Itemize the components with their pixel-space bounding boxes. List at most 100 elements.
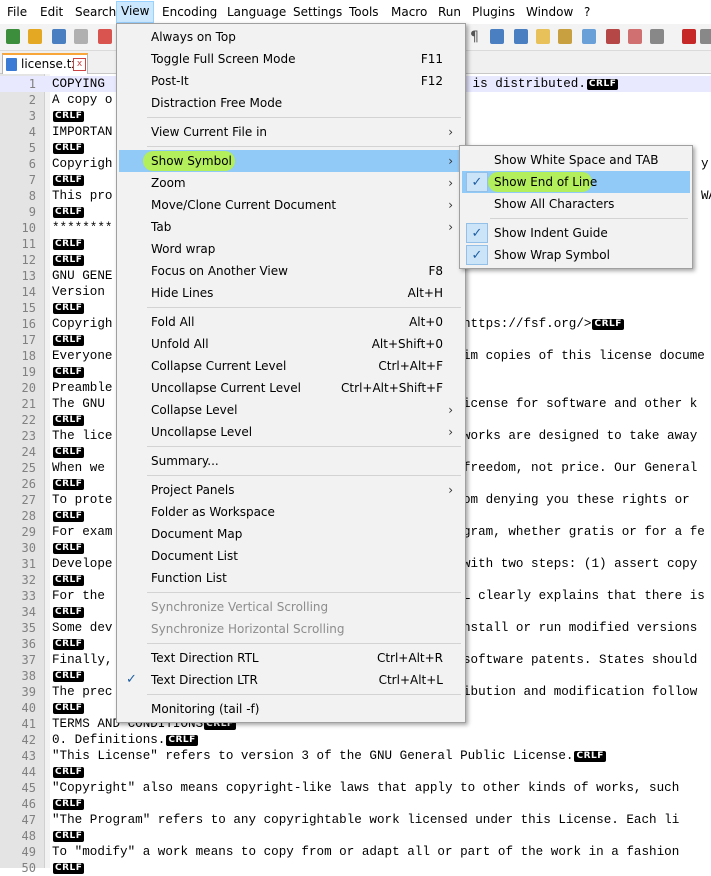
indent-guide-icon[interactable] bbox=[514, 29, 528, 44]
menu-item-toggle-full-screen-mode[interactable]: Toggle Full Screen Mode F11 bbox=[119, 48, 463, 70]
menu-item-tab[interactable]: Tab › bbox=[119, 216, 463, 238]
menu-item-label: View Current File in bbox=[151, 125, 268, 139]
menu-item-label: Zoom bbox=[151, 176, 186, 190]
line-text: A copy o bbox=[52, 93, 113, 107]
function-list-icon[interactable] bbox=[558, 29, 572, 44]
line-text-visible-tail: gram, whether gratis or for a fe bbox=[463, 525, 705, 539]
menu-plugins[interactable]: Plugins bbox=[468, 2, 519, 22]
line-number: 1 bbox=[28, 77, 36, 91]
menu-item-collapse-current-level[interactable]: Collapse Current Level Ctrl+Alt+F bbox=[119, 355, 463, 377]
menu-item-summary[interactable]: Summary... bbox=[119, 450, 463, 472]
editor-line[interactable]: 46 CRLF bbox=[0, 796, 711, 812]
line-text: COPYING bbox=[52, 77, 105, 91]
menu-item-zoom[interactable]: Zoom › bbox=[119, 172, 463, 194]
menu-item-always-on-top[interactable]: Always on Top bbox=[119, 26, 463, 48]
menu-item-project-panels[interactable]: Project Panels › bbox=[119, 479, 463, 501]
menu-item-word-wrap[interactable]: Word wrap bbox=[119, 238, 463, 260]
menu-item-collapse-level[interactable]: Collapse Level › bbox=[119, 399, 463, 421]
menu-language[interactable]: Language bbox=[223, 2, 290, 22]
menu-separator bbox=[147, 592, 461, 593]
menu-item-monitoring-tail-f[interactable]: Monitoring (tail -f) bbox=[119, 698, 463, 720]
submenu-item-show-indent-guide[interactable]: ✓ Show Indent Guide bbox=[462, 222, 690, 244]
menu-separator bbox=[490, 218, 688, 219]
pilcrow-icon[interactable]: ¶ bbox=[470, 29, 484, 45]
menu-view[interactable]: View bbox=[116, 1, 155, 23]
editor-line[interactable]: 42 0. Definitions. CRLF bbox=[0, 732, 711, 748]
menu-item-text-direction-rtl[interactable]: Text Direction RTL Ctrl+Alt+R bbox=[119, 647, 463, 669]
save-all-icon[interactable] bbox=[74, 29, 88, 44]
menu-item-unfold-all[interactable]: Unfold All Alt+Shift+0 bbox=[119, 333, 463, 355]
menu-file[interactable]: File bbox=[3, 2, 31, 22]
menu-run[interactable]: Run bbox=[434, 2, 465, 22]
menu-window[interactable]: Window bbox=[522, 2, 577, 22]
new-file-icon[interactable] bbox=[6, 29, 20, 44]
record-icon[interactable] bbox=[606, 29, 620, 44]
menu-item-shortcut: Alt+0 bbox=[409, 315, 443, 329]
line-number: 50 bbox=[21, 861, 36, 875]
menu-item-uncollapse-level[interactable]: Uncollapse Level › bbox=[119, 421, 463, 443]
save-icon[interactable] bbox=[52, 29, 66, 44]
menu-item-document-list[interactable]: Document List bbox=[119, 545, 463, 567]
menu-item-distraction-free-mode[interactable]: Distraction Free Mode bbox=[119, 92, 463, 114]
editor-line[interactable]: 45 "Copyright" also means copyright-like … bbox=[0, 780, 711, 796]
menu-help[interactable]: ? bbox=[580, 2, 594, 22]
menu-item-view-current-file-in[interactable]: View Current File in › bbox=[119, 121, 463, 143]
doc-map-icon[interactable] bbox=[536, 29, 550, 44]
open-file-icon[interactable] bbox=[28, 29, 42, 44]
macro-record-icon[interactable] bbox=[682, 29, 696, 44]
menu-item-synchronize-vertical-scrolling: Synchronize Vertical Scrolling bbox=[119, 596, 463, 618]
editor-line[interactable]: 48 CRLF bbox=[0, 828, 711, 844]
editor-line[interactable]: 49 To "modify" a work means to copy from … bbox=[0, 844, 711, 860]
menu-item-focus-on-another-view[interactable]: Focus on Another View F8 bbox=[119, 260, 463, 282]
line-text: The lice bbox=[52, 429, 113, 443]
menu-search[interactable]: Search bbox=[71, 2, 120, 22]
submenu-item-show-wrap-symbol[interactable]: ✓ Show Wrap Symbol bbox=[462, 244, 690, 266]
folder-icon[interactable] bbox=[582, 29, 596, 44]
menu-item-label: Function List bbox=[151, 571, 227, 585]
menu-item-label: Show Symbol bbox=[151, 154, 232, 168]
menu-item-function-list[interactable]: Function List bbox=[119, 567, 463, 589]
tab-license[interactable]: license.txt x bbox=[2, 53, 88, 74]
close-icon[interactable]: x bbox=[73, 58, 86, 71]
menu-item-folder-as-workspace[interactable]: Folder as Workspace bbox=[119, 501, 463, 523]
line-number: 19 bbox=[21, 365, 36, 379]
line-text: "This License" refers to version 3 of th… bbox=[52, 749, 606, 763]
play-icon[interactable] bbox=[650, 29, 664, 44]
menu-encoding[interactable]: Encoding bbox=[158, 2, 221, 22]
editor-line[interactable]: 43 "This License" refers to version 3 of … bbox=[0, 748, 711, 764]
menu-settings[interactable]: Settings bbox=[289, 2, 346, 22]
line-text: CRLF bbox=[52, 764, 85, 780]
line-text: CRLF bbox=[52, 796, 85, 812]
line-text: Copyrigh bbox=[52, 157, 113, 171]
crlf-symbol: CRLF bbox=[53, 607, 85, 618]
menu-tools[interactable]: Tools bbox=[345, 2, 383, 22]
editor-line[interactable]: 50 CRLF bbox=[0, 860, 711, 876]
crlf-symbol: CRLF bbox=[53, 863, 85, 874]
stop-icon[interactable] bbox=[628, 29, 642, 44]
menu-macro[interactable]: Macro bbox=[387, 2, 431, 22]
menu-item-label: Uncollapse Current Level bbox=[151, 381, 301, 395]
menu-item-hide-lines[interactable]: Hide Lines Alt+H bbox=[119, 282, 463, 304]
macro-stop-icon[interactable] bbox=[700, 29, 711, 44]
menu-item-uncollapse-current-level[interactable]: Uncollapse Current Level Ctrl+Alt+Shift+F bbox=[119, 377, 463, 399]
line-number: 14 bbox=[21, 285, 36, 299]
menu-item-document-map[interactable]: Document Map bbox=[119, 523, 463, 545]
menu-item-move-clone-current-document[interactable]: Move/Clone Current Document › bbox=[119, 194, 463, 216]
submenu-item-show-end-of-line[interactable]: ✓ Show End of Line bbox=[462, 171, 690, 193]
menu-item-post-it[interactable]: Post-It F12 bbox=[119, 70, 463, 92]
menu-item-text-direction-ltr[interactable]: ✓ Text Direction LTR Ctrl+Alt+L bbox=[119, 669, 463, 691]
line-number: 30 bbox=[21, 541, 36, 555]
menu-item-label: Monitoring (tail -f) bbox=[151, 702, 260, 716]
close-icon[interactable] bbox=[98, 29, 112, 44]
menu-item-fold-all[interactable]: Fold All Alt+0 bbox=[119, 311, 463, 333]
menu-edit[interactable]: Edit bbox=[36, 2, 67, 22]
all-chars-icon[interactable] bbox=[490, 29, 504, 44]
menu-item-label: Text Direction LTR bbox=[151, 673, 258, 687]
menu-item-label: Folder as Workspace bbox=[151, 505, 275, 519]
editor-line[interactable]: 47 "The Program" refers to any copyrighta… bbox=[0, 812, 711, 828]
menu-item-show-symbol[interactable]: Show Symbol › bbox=[119, 150, 463, 172]
submenu-item-show-white-space-and-tab[interactable]: Show White Space and TAB bbox=[462, 149, 690, 171]
line-text: The prec bbox=[52, 685, 113, 699]
submenu-item-show-all-characters[interactable]: Show All Characters bbox=[462, 193, 690, 215]
editor-line[interactable]: 44 CRLF bbox=[0, 764, 711, 780]
